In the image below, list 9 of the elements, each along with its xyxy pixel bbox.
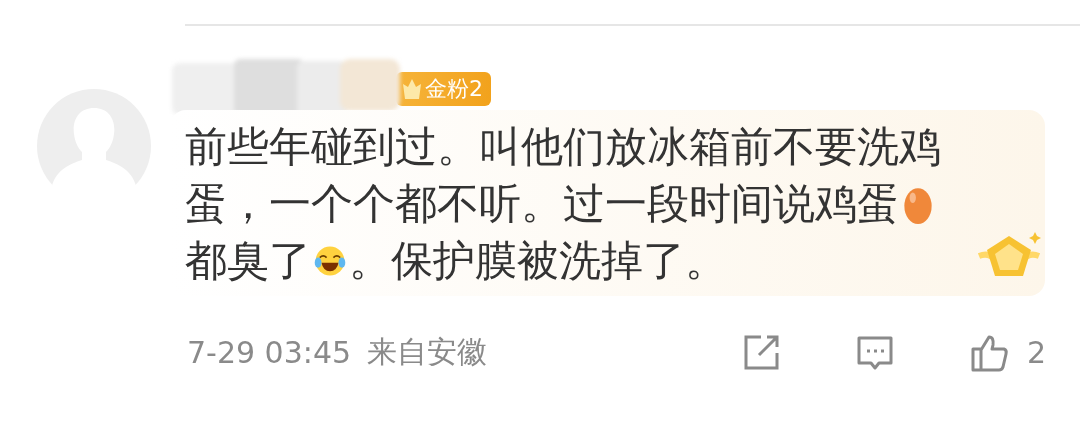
badge-label: 金粉2	[425, 75, 483, 103]
crown-icon	[402, 78, 422, 100]
comment-text: 前些年碰到过。叫他们放冰箱前不要洗鸡	[185, 121, 941, 173]
post-date: 7-29 03:45	[187, 335, 352, 370]
comment-text: 蛋，一个个都不听。过一段时间说鸡蛋	[185, 178, 899, 230]
post-location: 来自安徽	[367, 333, 488, 371]
comment-text: 。保护膜被洗掉了。	[349, 235, 727, 287]
like-count: 2	[1026, 335, 1046, 370]
comment-text: 都臭了	[185, 235, 311, 287]
